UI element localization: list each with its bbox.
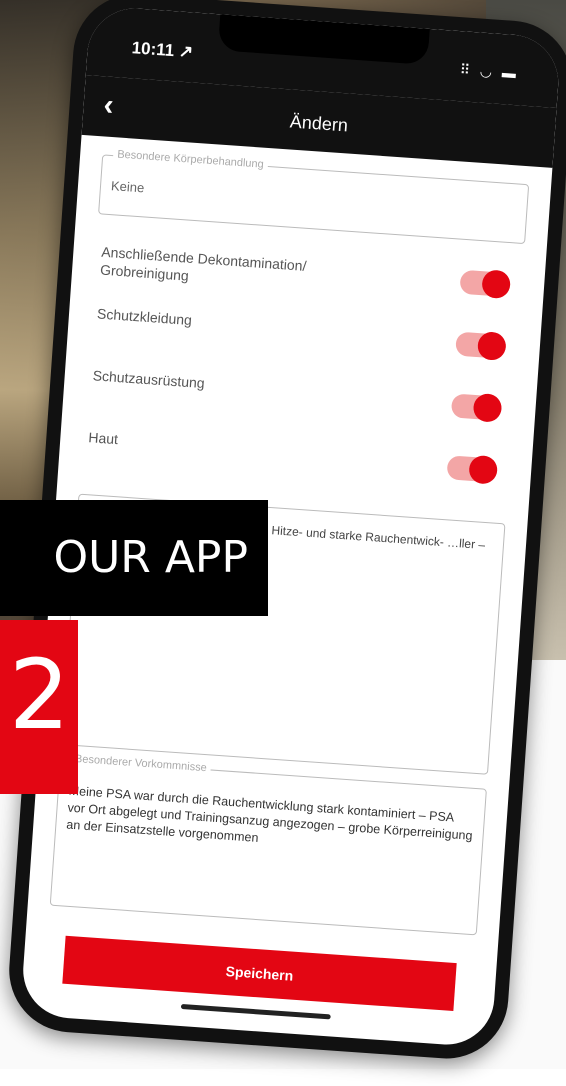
toggle-label: Schutzkleidung (96, 305, 193, 329)
overlay-number: 2 (0, 620, 78, 794)
status-icons: ⠿ ◡ ▬ (459, 61, 520, 82)
phone-notch (217, 14, 430, 65)
behandlung-field[interactable]: Besondere Körperbehandlung Keine (98, 148, 530, 245)
toggle-switch[interactable] (455, 331, 507, 361)
toggle-knob (472, 392, 503, 423)
toggle-label: Schutzausrüstung (92, 367, 206, 392)
toggle-label: Anschließende Dekontamination/ Grobreini… (99, 243, 307, 284)
save-button[interactable]: Speichern (62, 935, 457, 1011)
toggle-label: Haut (87, 429, 119, 448)
kommentar-value: Meine PSA war durch die Rauchentwicklung… (65, 783, 473, 845)
toggle-switch[interactable] (446, 454, 499, 485)
kommentar-field[interactable]: Besonderer Vorkommnisse Meine PSA war du… (49, 752, 487, 936)
toggle-knob (481, 269, 512, 300)
overlay-app-label: OUR APP (0, 500, 268, 616)
behandlung-value: Keine (110, 178, 145, 196)
toggle-switch[interactable] (459, 269, 512, 300)
toggle-knob (476, 331, 507, 361)
toggle-knob (468, 454, 499, 485)
status-time: 10:11 ↗ (131, 38, 194, 62)
toggle-switch[interactable] (450, 392, 503, 423)
home-indicator (180, 1003, 331, 1020)
